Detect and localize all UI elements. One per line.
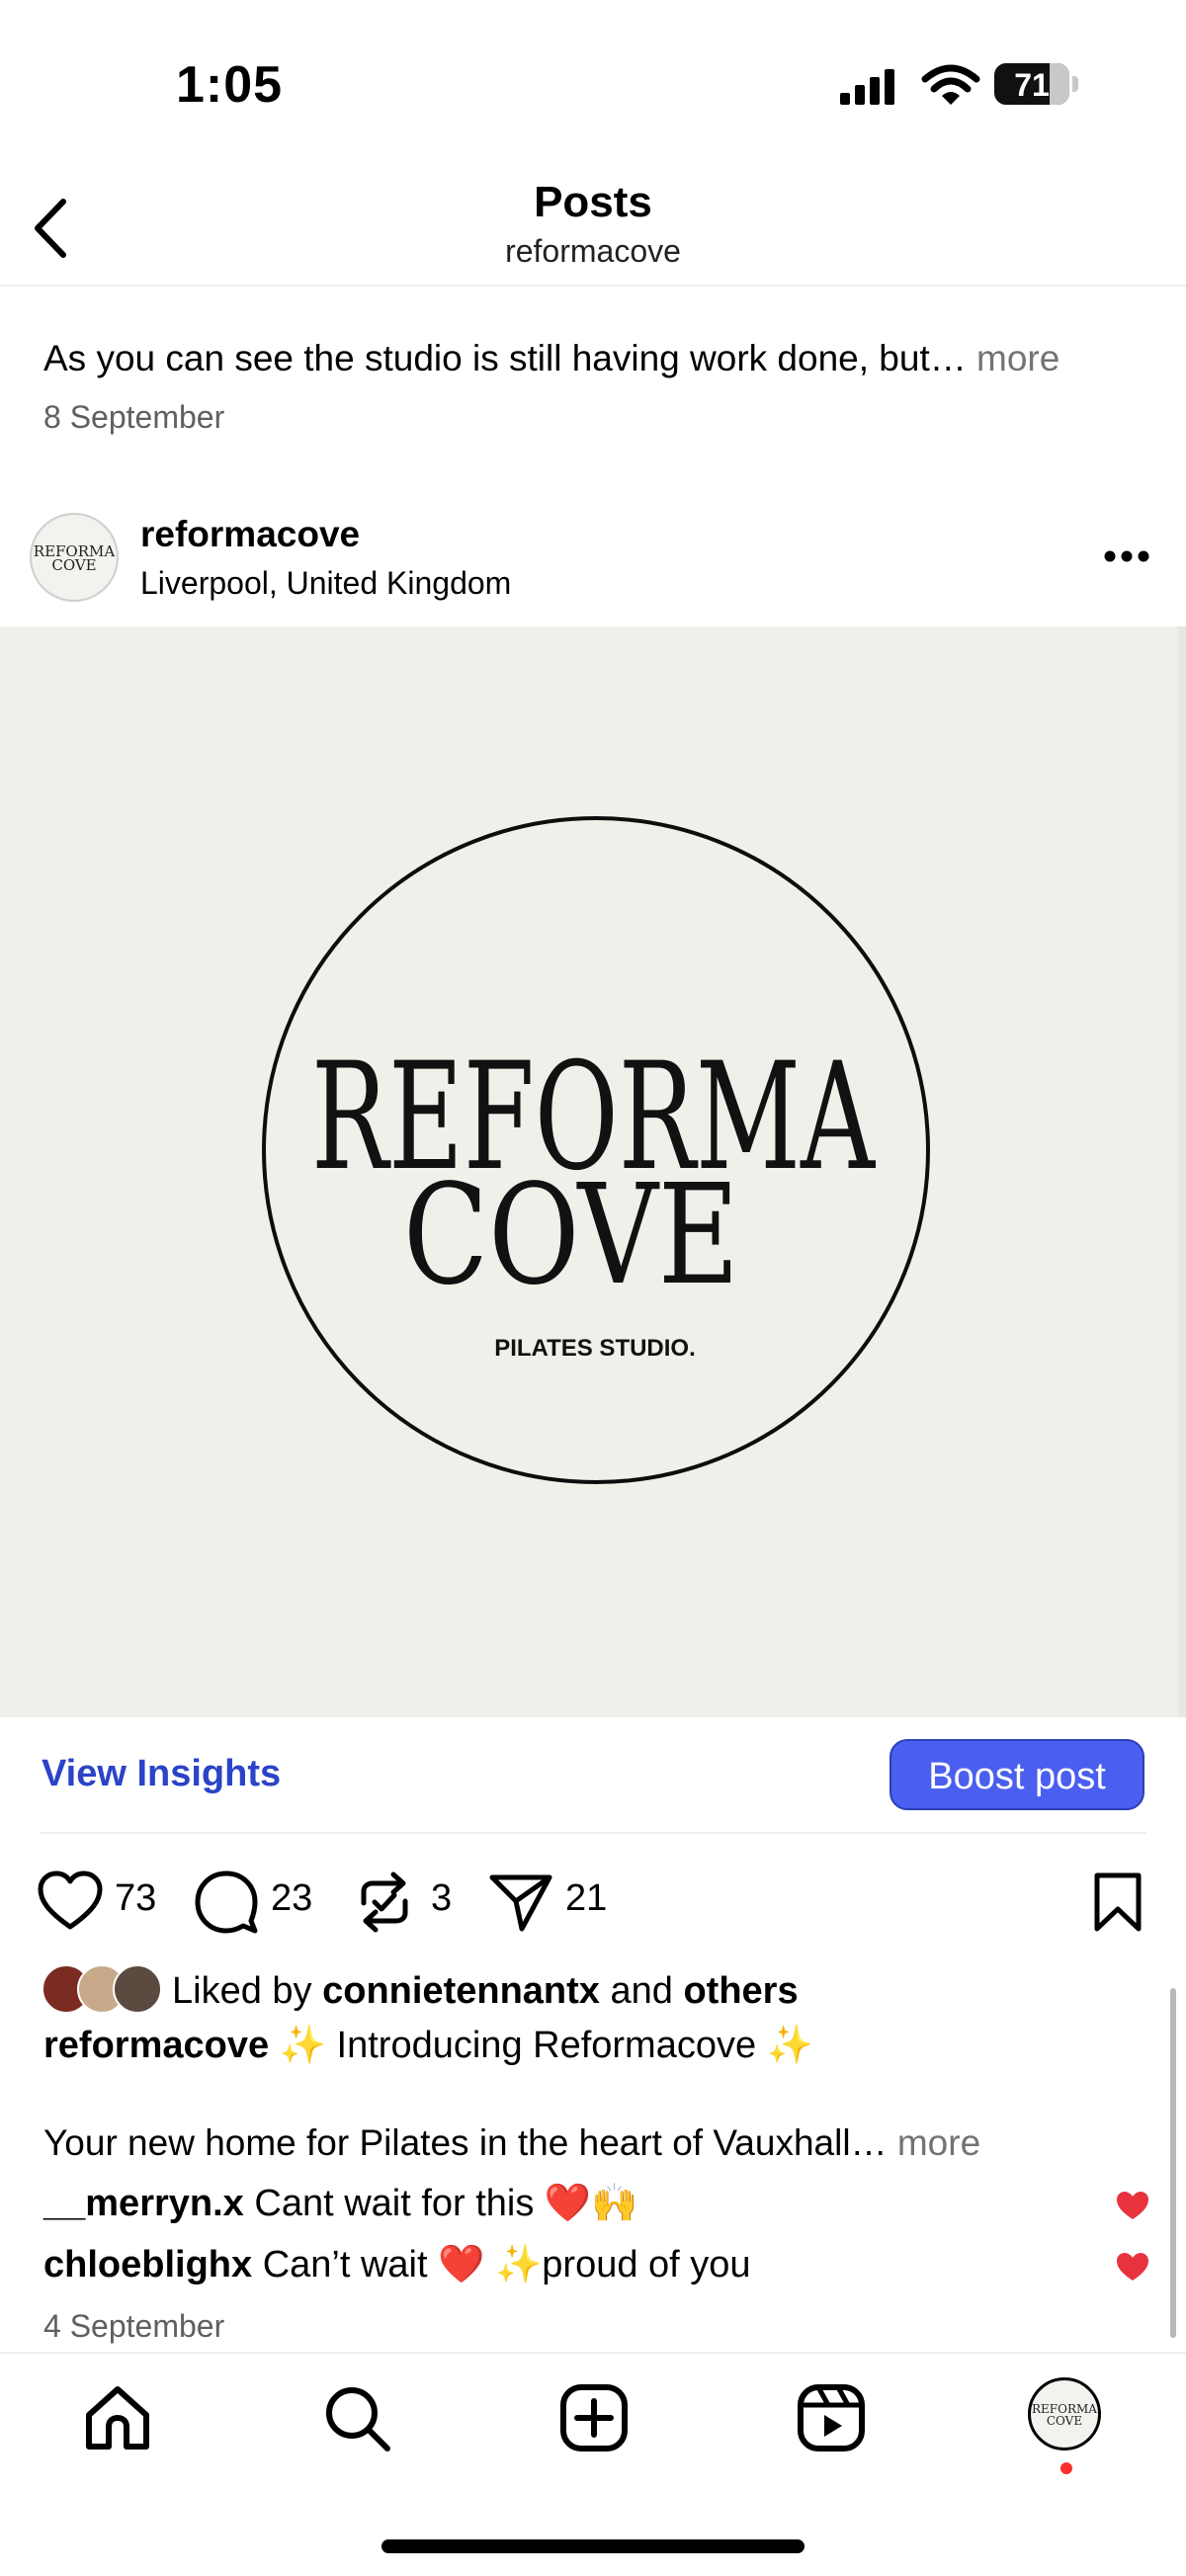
post-avatar[interactable]: REFORMA COVE — [30, 513, 119, 602]
liker-avatar — [113, 1964, 162, 2014]
image-edge — [1178, 626, 1186, 1717]
post-username[interactable]: reformacove — [140, 514, 360, 555]
previous-post-caption[interactable]: As you can see the studio is still havin… — [43, 338, 1059, 379]
liked-by-others[interactable]: others — [683, 1970, 798, 2012]
liked-by-prefix: Liked by — [172, 1970, 312, 2012]
like-heart-icon[interactable] — [36, 1868, 105, 1937]
comment-text: Cant wait for this ❤️🙌 — [254, 2183, 638, 2224]
page-subtitle-username[interactable]: reformacove — [0, 233, 1186, 270]
reposts-count[interactable]: 3 — [431, 1877, 452, 1920]
status-time: 1:05 — [176, 56, 284, 114]
post-image[interactable]: REFORMA COVE PILATES STUDIO. — [0, 626, 1186, 1717]
svg-text:COVE: COVE — [1047, 2414, 1082, 2428]
profile-avatar-tab[interactable]: REFORMA COVE — [1028, 2377, 1101, 2451]
likes-count[interactable]: 73 — [115, 1877, 156, 1920]
liked-by-avatars[interactable] — [42, 1964, 164, 2014]
share-send-icon[interactable] — [486, 1868, 555, 1937]
save-bookmark-icon[interactable] — [1083, 1868, 1152, 1937]
cellular-signal-icon — [840, 69, 894, 105]
previous-post-date: 8 September — [43, 399, 225, 435]
caption-body[interactable]: Your new home for Pilates in the heart o… — [43, 2122, 980, 2164]
repost-icon[interactable] — [350, 1868, 419, 1937]
search-icon[interactable] — [320, 2381, 393, 2454]
tab-bar-divider — [0, 2352, 1186, 2354]
post-date: 4 September — [43, 2308, 225, 2344]
shares-count[interactable]: 21 — [565, 1877, 607, 1920]
comment-username[interactable]: __merryn.x — [43, 2183, 244, 2224]
create-post-icon[interactable] — [557, 2381, 631, 2454]
comment-username[interactable]: chloeblighx — [43, 2244, 252, 2285]
battery-icon: 71 — [994, 63, 1069, 105]
comment-icon[interactable] — [192, 1868, 261, 1937]
liked-by-user[interactable]: connietennantx — [322, 1970, 600, 2012]
comment-item[interactable]: chloeblighx Can’t wait ❤️ ✨proud of you — [43, 2243, 751, 2286]
logo-brand-line2: COVE — [403, 1155, 739, 1316]
previous-caption-more[interactable]: more — [976, 338, 1059, 378]
liked-by-and: and — [610, 1970, 673, 2012]
home-icon[interactable] — [81, 2381, 154, 2454]
notification-dot — [1060, 2462, 1072, 2474]
page-title: Posts — [534, 178, 652, 226]
svg-text:COVE: COVE — [51, 556, 96, 574]
comment-like-heart-icon[interactable] — [1115, 2251, 1150, 2283]
insights-divider — [40, 1832, 1146, 1834]
logo-tagline: PILATES STUDIO. — [494, 1335, 696, 1362]
comment-item[interactable]: __merryn.x Cant wait for this ❤️🙌 — [43, 2182, 638, 2225]
home-indicator[interactable] — [381, 2539, 805, 2553]
caption-title: ✨ Introducing Reformacove ✨ — [279, 2025, 813, 2066]
page-scrollbar[interactable] — [1170, 1988, 1176, 2338]
caption-username[interactable]: reformacove — [43, 2025, 269, 2066]
caption-header[interactable]: reformacove ✨ Introducing Reformacove ✨ — [43, 2024, 813, 2067]
boost-post-button[interactable]: Boost post — [890, 1739, 1144, 1810]
comment-like-heart-icon[interactable] — [1115, 2190, 1150, 2221]
caption-body-text: Your new home for Pilates in the heart o… — [43, 2122, 888, 2163]
comments-count[interactable]: 23 — [271, 1877, 312, 1920]
status-icons: 71 — [838, 61, 1085, 111]
more-options-icon[interactable] — [1103, 549, 1150, 563]
wifi-icon — [921, 64, 980, 105]
view-insights-link[interactable]: View Insights — [42, 1753, 281, 1795]
post-location[interactable]: Liverpool, United Kingdom — [140, 565, 511, 602]
previous-caption-text: As you can see the studio is still havin… — [43, 338, 967, 378]
header-divider — [0, 285, 1186, 287]
liked-by-text[interactable]: Liked by connietennantx and others — [172, 1970, 799, 2013]
battery-level: 71 — [1014, 67, 1050, 103]
caption-more-link[interactable]: more — [897, 2122, 980, 2163]
reels-icon[interactable] — [795, 2381, 868, 2454]
comment-text: Can’t wait ❤️ ✨proud of you — [262, 2244, 751, 2285]
